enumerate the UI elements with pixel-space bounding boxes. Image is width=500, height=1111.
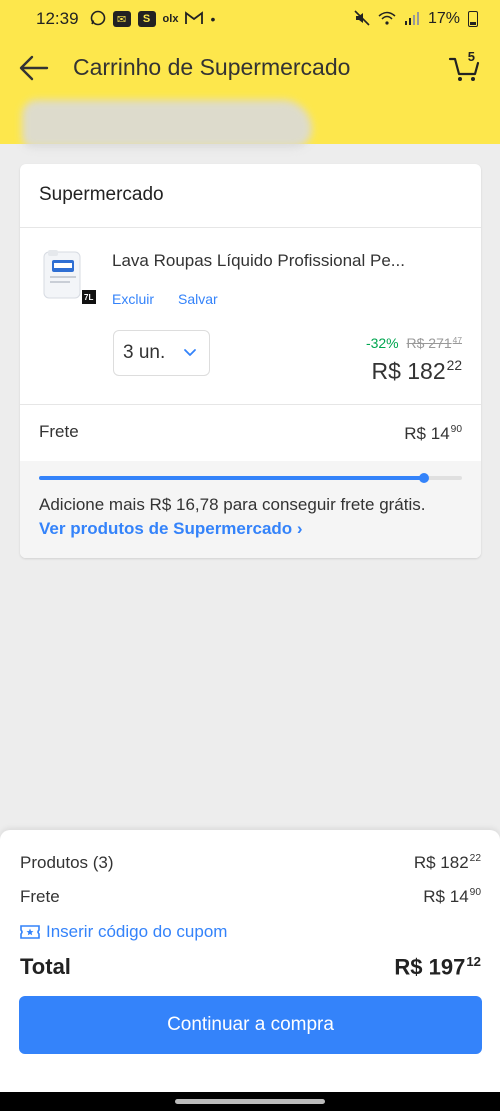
header: Carrinho de Supermercado 5 bbox=[0, 38, 500, 148]
gmail-icon bbox=[185, 10, 204, 28]
home-handle[interactable] bbox=[175, 1099, 325, 1104]
quantity-select[interactable]: 3 un. bbox=[113, 330, 210, 376]
card-title: Supermercado bbox=[39, 184, 164, 205]
status-left: 12:39 ✉ S olx • bbox=[36, 9, 215, 29]
arrow-left-icon bbox=[19, 55, 49, 81]
wifi-icon bbox=[378, 11, 396, 28]
back-button[interactable] bbox=[18, 52, 50, 84]
chevron-down-icon bbox=[184, 349, 196, 356]
status-time: 12:39 bbox=[36, 9, 79, 28]
dot-icon: • bbox=[210, 11, 216, 27]
product-volume-label: 7L bbox=[84, 293, 94, 302]
total-price: R$ 19712 bbox=[394, 954, 481, 980]
cart-button[interactable]: 5 bbox=[448, 49, 482, 84]
olx-icon: olx bbox=[162, 13, 179, 25]
old-price: R$ 27147 bbox=[406, 335, 462, 352]
order-summary: Produtos (3) R$ 18222 Frete R$ 1490 Inse… bbox=[0, 830, 500, 1092]
free-shipping-message: Adicione mais R$ 16,78 para conseguir fr… bbox=[39, 495, 426, 514]
cart-count-badge: 5 bbox=[467, 49, 475, 64]
shipping-price: R$ 1490 bbox=[404, 424, 462, 443]
divider bbox=[20, 404, 481, 405]
product-price: R$ 18222 bbox=[371, 358, 462, 384]
supermarket-card: Supermercado 7L Lava Roupas Líquido Prof… bbox=[20, 164, 481, 558]
coupon-link[interactable]: Inserir código do cupom bbox=[20, 922, 227, 942]
status-right: 17% bbox=[354, 9, 478, 29]
whatsapp-icon bbox=[90, 10, 106, 29]
discount-percent: -32% bbox=[365, 335, 399, 352]
free-shipping-progress bbox=[39, 473, 462, 483]
delete-link[interactable]: Excluir bbox=[112, 291, 154, 307]
coupon-ticket-icon bbox=[20, 925, 40, 939]
products-count-label: Produtos (3) bbox=[20, 853, 114, 872]
quantity-value: 3 un. bbox=[123, 342, 166, 363]
progress-handle bbox=[418, 473, 429, 483]
summary-shipping-price: R$ 1490 bbox=[423, 887, 481, 906]
cart-icon bbox=[448, 57, 480, 81]
progress-fill bbox=[39, 476, 424, 480]
coupon-label: Inserir código do cupom bbox=[46, 922, 228, 941]
address-redacted bbox=[22, 100, 312, 148]
page-title: Carrinho de Supermercado bbox=[73, 54, 351, 80]
continue-purchase-button[interactable]: Continuar a compra bbox=[19, 996, 482, 1054]
battery-icon bbox=[468, 11, 478, 27]
system-nav-bar bbox=[0, 1092, 500, 1111]
total-label: Total bbox=[20, 954, 71, 979]
see-products-link[interactable]: Ver produtos de Supermercado › bbox=[39, 519, 303, 539]
divider bbox=[20, 227, 481, 228]
mute-icon bbox=[354, 9, 370, 29]
s-app-icon: S bbox=[137, 11, 156, 27]
mail-icon: ✉ bbox=[112, 11, 131, 27]
summary-shipping-label: Frete bbox=[20, 887, 60, 906]
save-link[interactable]: Salvar bbox=[178, 291, 218, 307]
status-bar: 12:39 ✉ S olx • 17% bbox=[0, 0, 500, 38]
signal-icon bbox=[404, 11, 420, 28]
free-shipping-box: Adicione mais R$ 16,78 para conseguir fr… bbox=[20, 461, 481, 558]
battery-percent: 17% bbox=[427, 10, 460, 27]
shipping-label: Frete bbox=[39, 422, 79, 441]
products-subtotal: R$ 18222 bbox=[413, 853, 481, 872]
discount-info: -32% R$ 27147 bbox=[366, 335, 462, 351]
product-thumbnail[interactable]: 7L bbox=[40, 250, 98, 310]
product-name[interactable]: Lava Roupas Líquido Profissional Pe... bbox=[112, 251, 452, 271]
